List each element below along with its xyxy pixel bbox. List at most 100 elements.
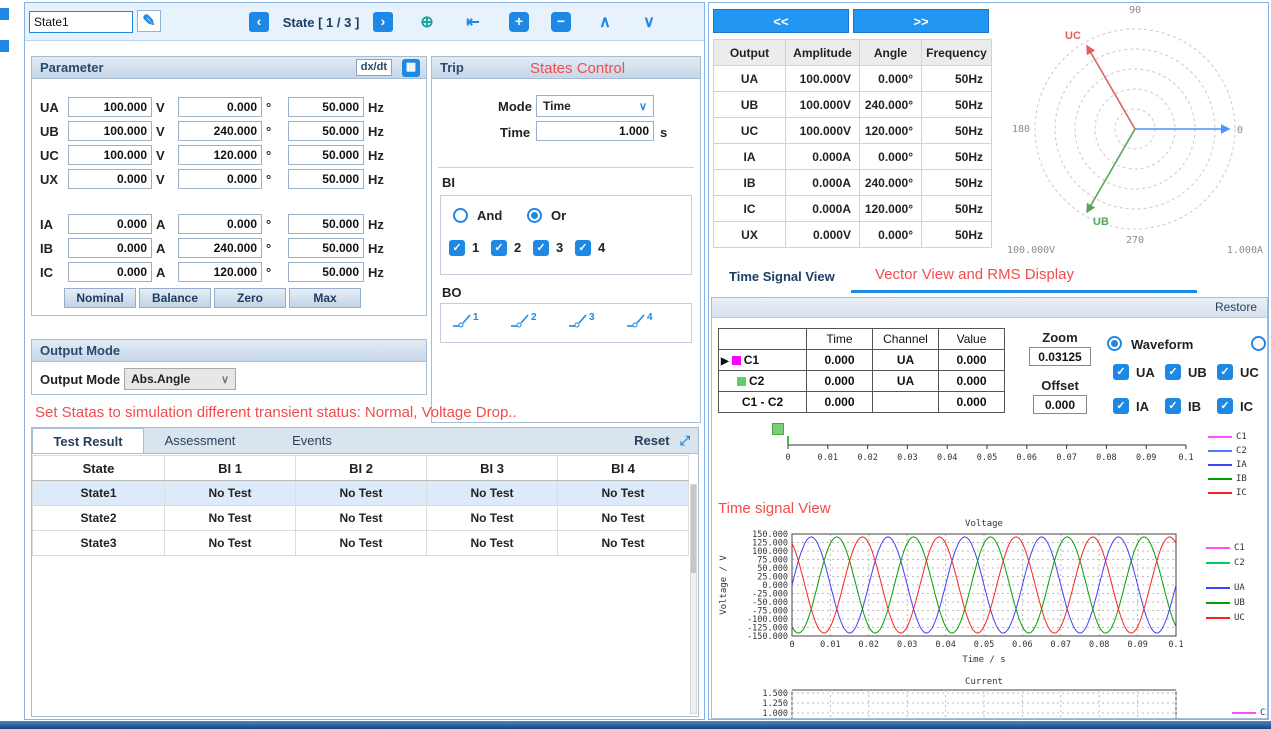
ic-angle-input[interactable] — [178, 262, 262, 282]
timeline-ruler[interactable]: 00.010.020.030.040.050.060.070.080.090.1 — [776, 436, 1196, 470]
table-row[interactable]: UC100.000V120.000°50Hz — [714, 118, 992, 144]
ic-checkbox[interactable]: ✓ — [1217, 398, 1233, 414]
prev-state-button[interactable]: ‹ — [249, 12, 269, 32]
table-row[interactable]: UX0.000V0.000°50Hz — [714, 222, 992, 248]
edge-button-bottom[interactable] — [0, 40, 9, 52]
secondary-radio[interactable] — [1251, 336, 1266, 351]
ux-angle-input[interactable] — [178, 169, 262, 189]
uc-frequency-input[interactable] — [288, 145, 364, 165]
ub-amplitude-input[interactable] — [68, 121, 152, 141]
calculator-icon[interactable]: ▦ — [402, 59, 420, 77]
results-scrollbar[interactable] — [690, 484, 697, 714]
tab-time-signal-view[interactable]: Time Signal View — [729, 269, 835, 284]
edge-button-top[interactable] — [0, 8, 9, 20]
table-row[interactable]: State3No TestNo TestNo TestNo Test — [33, 531, 689, 556]
table-row[interactable]: C1 - C2 0.0000.000 — [719, 392, 1005, 413]
offset-input[interactable] — [1033, 395, 1087, 414]
svg-text:0.02: 0.02 — [857, 453, 877, 463]
ic-frequency-input[interactable] — [288, 262, 364, 282]
deg-0-label: 0 — [1237, 125, 1243, 136]
play-icon[interactable]: ▶ — [721, 356, 729, 367]
add-state-icon[interactable]: ⊕ — [417, 12, 437, 32]
ia-angle-input[interactable] — [178, 214, 262, 234]
bi1-checkbox[interactable]: ✓ — [449, 240, 465, 256]
svg-text:25.000: 25.000 — [757, 573, 788, 583]
ib-amplitude-input[interactable] — [68, 238, 152, 258]
table-row[interactable]: State2No TestNo TestNo TestNo Test — [33, 506, 689, 531]
ia-frequency-input[interactable] — [288, 214, 364, 234]
waveform-radio[interactable] — [1107, 336, 1122, 351]
move-down-icon[interactable]: ∨ — [639, 12, 659, 32]
bo4-switch-icon[interactable]: 4 — [625, 312, 653, 333]
restore-button[interactable]: Restore — [1215, 300, 1257, 314]
deg-180-label: 180 — [1012, 124, 1030, 135]
ux-frequency-input[interactable] — [288, 169, 364, 189]
table-row[interactable]: ▶C1 0.000UA0.000 — [719, 350, 1005, 371]
table-row[interactable]: IC0.000A120.000°50Hz — [714, 196, 992, 222]
bo1-switch-icon[interactable]: 1 — [451, 312, 479, 333]
ua-checkbox[interactable]: ✓ — [1113, 364, 1129, 380]
insert-state-icon[interactable]: ⇤ — [463, 12, 483, 32]
max-button[interactable]: Max — [289, 288, 361, 308]
uc-amplitude-input[interactable] — [68, 145, 152, 165]
ub-frequency-input[interactable] — [288, 121, 364, 141]
uc-checkbox[interactable]: ✓ — [1217, 364, 1233, 380]
table-row[interactable]: UB100.000V240.000°50Hz — [714, 92, 992, 118]
ub-angle-input[interactable] — [178, 121, 262, 141]
ia-checkbox[interactable]: ✓ — [1113, 398, 1129, 414]
bo3-switch-icon[interactable]: 3 — [567, 312, 595, 333]
output-mode-title: Output Mode — [40, 343, 120, 358]
zoom-input[interactable] — [1029, 347, 1091, 366]
table-row[interactable]: IB0.000A240.000°50Hz — [714, 170, 992, 196]
expand-icon[interactable]: ⤢ — [680, 433, 690, 449]
svg-text:0.05: 0.05 — [974, 640, 994, 650]
table-row[interactable]: C2 0.000UA0.000 — [719, 371, 1005, 392]
tab-events[interactable]: Events — [256, 428, 368, 453]
uc-angle-input[interactable] — [178, 145, 262, 165]
time-unit-label: s — [660, 125, 667, 140]
tab-test-result[interactable]: Test Result — [32, 428, 144, 453]
move-up-icon[interactable]: ∧ — [595, 12, 615, 32]
ux-amplitude-input[interactable] — [68, 169, 152, 189]
output-mode-dropdown[interactable]: Abs.Angle∨ — [124, 368, 236, 390]
trip-mode-dropdown[interactable]: Time∨ — [536, 95, 654, 117]
ua-amplitude-input[interactable] — [68, 97, 152, 117]
unit-label: V — [156, 172, 174, 187]
next-page-button[interactable]: >> — [853, 9, 989, 33]
dxdt-button[interactable]: dx/dt — [356, 59, 392, 76]
ua-check-label: UA — [1136, 365, 1155, 380]
hz-label: Hz — [368, 241, 386, 256]
bi3-label: 3 — [556, 240, 563, 255]
ib-checkbox[interactable]: ✓ — [1165, 398, 1181, 414]
next-state-button[interactable]: › — [373, 12, 393, 32]
zero-button[interactable]: Zero — [214, 288, 286, 308]
balance-button[interactable]: Balance — [139, 288, 211, 308]
trip-time-input[interactable] — [536, 121, 654, 141]
state-name-input[interactable] — [29, 11, 133, 33]
bi-and-radio[interactable] — [453, 208, 468, 223]
bo2-switch-icon[interactable]: 2 — [509, 312, 537, 333]
reset-button[interactable]: Reset — [634, 433, 669, 448]
bi3-checkbox[interactable]: ✓ — [533, 240, 549, 256]
prev-page-button[interactable]: << — [713, 9, 849, 33]
ic-amplitude-input[interactable] — [68, 262, 152, 282]
ua-frequency-input[interactable] — [288, 97, 364, 117]
ua-angle-input[interactable] — [178, 97, 262, 117]
ib-angle-input[interactable] — [178, 238, 262, 258]
bi4-checkbox[interactable]: ✓ — [575, 240, 591, 256]
nominal-button[interactable]: Nominal — [64, 288, 136, 308]
tab-assessment[interactable]: Assessment — [144, 428, 256, 453]
bi2-checkbox[interactable]: ✓ — [491, 240, 507, 256]
timeline-cursor-handle[interactable] — [772, 423, 784, 435]
table-row[interactable]: IA0.000A0.000°50Hz — [714, 144, 992, 170]
ub-checkbox[interactable]: ✓ — [1165, 364, 1181, 380]
bi-or-radio[interactable] — [527, 208, 542, 223]
table-row[interactable]: UA100.000V0.000°50Hz — [714, 66, 992, 92]
hz-label: Hz — [368, 172, 386, 187]
edit-state-icon[interactable]: ✎ — [137, 10, 161, 32]
ia-amplitude-input[interactable] — [68, 214, 152, 234]
plus-state-button[interactable]: + — [509, 12, 529, 32]
minus-state-button[interactable]: − — [551, 12, 571, 32]
table-row[interactable]: State1No TestNo TestNo TestNo Test — [33, 481, 689, 506]
ib-frequency-input[interactable] — [288, 238, 364, 258]
